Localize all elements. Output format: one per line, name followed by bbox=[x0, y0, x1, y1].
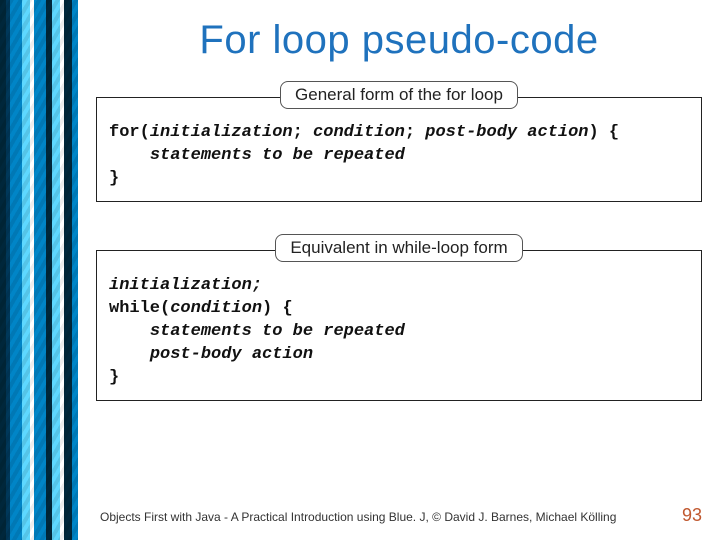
slide-content: For loop pseudo-code General form of the… bbox=[78, 0, 720, 540]
for-loop-panel: General form of the for loop for(initial… bbox=[96, 97, 702, 202]
while-loop-panel: Equivalent in while-loop form initializa… bbox=[96, 250, 702, 401]
slide-title: For loop pseudo-code bbox=[96, 18, 702, 63]
for-loop-panel-label: General form of the for loop bbox=[280, 81, 518, 109]
footer-text: Objects First with Java - A Practical In… bbox=[100, 510, 616, 524]
decorative-feather-strip bbox=[0, 0, 78, 540]
slide: For loop pseudo-code General form of the… bbox=[0, 0, 720, 540]
page-number: 93 bbox=[682, 505, 702, 526]
while-loop-code-block: initialization; while(condition) { state… bbox=[109, 275, 691, 390]
footer: Objects First with Java - A Practical In… bbox=[100, 505, 702, 526]
for-loop-code-block: for(initialization; condition; post-body… bbox=[109, 122, 691, 191]
while-loop-panel-label: Equivalent in while-loop form bbox=[275, 234, 522, 262]
